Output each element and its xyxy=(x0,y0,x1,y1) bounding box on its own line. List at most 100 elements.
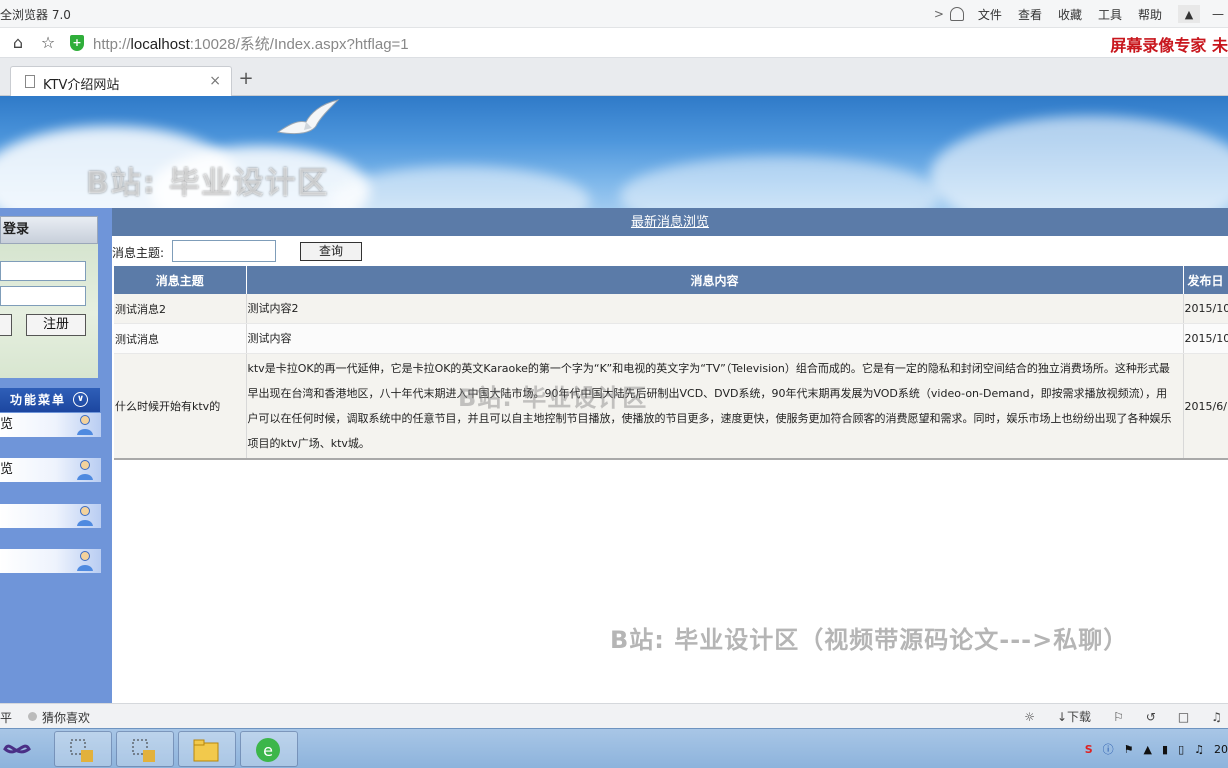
latest-news-link[interactable]: 最新消息浏览 xyxy=(631,215,709,230)
cell-date: 2015/6/ xyxy=(1183,353,1228,460)
flag-icon[interactable]: ⚐ xyxy=(1113,710,1124,724)
input-method-icon[interactable]: S xyxy=(1085,743,1093,756)
menu-file[interactable]: 文件 xyxy=(978,6,1002,23)
status-left-text: 平 xyxy=(0,711,13,725)
menu-favorites[interactable]: 收藏 xyxy=(1058,6,1082,23)
password-field[interactable] xyxy=(0,286,86,306)
sidebar-item-browse-1[interactable]: 览 xyxy=(0,413,101,437)
svg-text:e: e xyxy=(263,741,273,760)
app-title: 全浏览器 7.0 xyxy=(0,8,71,22)
username-field[interactable] xyxy=(0,261,86,281)
cell-content: 测试内容 xyxy=(246,323,1184,354)
table-row[interactable]: 测试消息 测试内容 2015/10 xyxy=(114,323,1228,354)
user-icon xyxy=(77,551,93,571)
download-label: 下载 xyxy=(1067,710,1092,724)
favorite-star-icon[interactable]: ☆ xyxy=(38,33,58,53)
close-icon[interactable]: × xyxy=(209,73,221,89)
tray-expand-icon[interactable]: ▲ xyxy=(1144,743,1152,756)
download-button[interactable]: ↓下载 xyxy=(1057,708,1091,725)
taskbar-explorer[interactable] xyxy=(178,731,236,767)
taskbar-app-2[interactable] xyxy=(116,731,174,767)
user-icon xyxy=(77,506,93,526)
watermark-center: B站: 毕业设计区 xyxy=(458,384,648,412)
url-prefix: http:// xyxy=(93,36,131,53)
watermark-banner: B站: 毕业设计区 xyxy=(86,166,330,201)
speed-icon[interactable]: ☼ xyxy=(1024,710,1035,724)
window-icon[interactable]: □ xyxy=(1178,710,1189,724)
menu-help[interactable]: 帮助 xyxy=(1138,6,1162,23)
windows-taskbar: e S ⓘ ⚑ ▲ ▮ ▯ ♫ 20 xyxy=(0,728,1228,768)
seagull-image xyxy=(276,99,340,135)
login-button[interactable] xyxy=(0,314,12,336)
guess-you-like-link[interactable]: 猜你喜欢 xyxy=(42,709,90,726)
security-shield-icon: + xyxy=(70,35,84,51)
flag-icon[interactable]: ⚑ xyxy=(1124,743,1134,756)
tab-label: KTV介绍网站 xyxy=(43,78,120,93)
column-header-content: 消息内容 xyxy=(246,266,1184,294)
cloud-decoration xyxy=(330,166,590,208)
table-row[interactable]: 什么时候开始有ktv的 ktv是卡拉OK的再一代延伸，它是卡拉OK的英文Kara… xyxy=(114,353,1228,460)
sidebar-item-4[interactable] xyxy=(0,549,101,573)
url-path: :10028/系统/Index.aspx?htflag=1 xyxy=(189,36,409,53)
tab-ktv[interactable]: KTV介绍网站 × xyxy=(10,66,232,96)
register-button[interactable]: 注册 xyxy=(26,314,86,336)
table-header-row: 消息主题 消息内容 发布日 xyxy=(114,266,1228,294)
browser-icon: e xyxy=(256,738,280,762)
user-icon[interactable] xyxy=(949,7,964,21)
expand-icon[interactable]: ∨ xyxy=(73,392,88,407)
clock[interactable]: 20 xyxy=(1214,743,1228,756)
browser-titlebar: 全浏览器 7.0 > 文件 查看 收藏 工具 帮助 ▲ — xyxy=(0,0,1228,28)
menu-tools[interactable]: 工具 xyxy=(1098,6,1122,23)
url-host: localhost xyxy=(130,36,190,53)
new-tab-button[interactable]: + xyxy=(236,68,256,89)
cell-subject: 测试消息2 xyxy=(114,294,247,324)
help-icon[interactable]: ⓘ xyxy=(1103,741,1114,757)
skin-icon[interactable]: ▲ xyxy=(1178,5,1200,23)
function-menu-label: 功能菜单 xyxy=(10,393,67,407)
cell-content: 测试内容2 xyxy=(246,294,1184,324)
function-menu-header[interactable]: 功能菜单 ∨ xyxy=(0,388,100,412)
status-dot-icon xyxy=(28,712,37,721)
search-label: 消息主题: xyxy=(112,246,165,260)
minimize-button[interactable]: — xyxy=(1208,7,1228,21)
taskbar-browser[interactable]: e xyxy=(240,731,298,767)
url-field[interactable]: http://localhost:10028/系统/Index.aspx?htf… xyxy=(93,33,409,54)
search-input[interactable] xyxy=(172,240,276,262)
ie-mode-icon[interactable]: ↺ xyxy=(1146,710,1156,724)
page-icon xyxy=(25,75,35,88)
network-icon[interactable]: ▮ xyxy=(1162,743,1168,756)
browser-statusbar: 平 猜你喜欢 ☼ ↓下载 ⚐ ↺ □ ♫ xyxy=(0,703,1228,728)
sidebar-item-label: 览 xyxy=(0,417,14,432)
folder-icon xyxy=(193,739,219,762)
browser-menu: > 文件 查看 收藏 工具 帮助 ▲ — xyxy=(934,0,1228,28)
taskbar-app-1[interactable] xyxy=(54,731,112,767)
system-tray: S ⓘ ⚑ ▲ ▮ ▯ ♫ 20 xyxy=(1085,729,1228,768)
search-button[interactable]: 查询 xyxy=(300,242,362,261)
table-row[interactable]: 测试消息2 测试内容2 2015/10 xyxy=(114,294,1228,324)
cloud-decoration xyxy=(930,116,1228,208)
start-button[interactable] xyxy=(0,731,44,767)
left-sidebar: 登录 注册 功能菜单 ∨ 览 览 xyxy=(0,208,112,703)
messages-table: 消息主题 消息内容 发布日 测试消息2 测试内容2 2015/10 测试消息 测… xyxy=(114,266,1228,460)
status-tools: ☼ ↓下载 ⚐ ↺ □ ♫ xyxy=(1024,704,1228,729)
address-bar: ⌂ ☆ + http://localhost:10028/系统/Index.as… xyxy=(0,28,1228,58)
cloud-decoration xyxy=(620,156,940,208)
volume-icon[interactable]: ♫ xyxy=(1211,710,1222,724)
user-icon xyxy=(77,415,93,435)
watermark-bottom: B站: 毕业设计区（视频带源码论文--->私聊） xyxy=(610,626,1129,654)
chevron-right-icon[interactable]: > xyxy=(934,7,944,21)
signal-icon[interactable]: ▯ xyxy=(1178,743,1184,756)
home-icon[interactable]: ⌂ xyxy=(8,33,28,53)
column-header-subject: 消息主题 xyxy=(114,266,247,294)
sidebar-item-browse-2[interactable]: 览 xyxy=(0,458,101,482)
database-tool-icon xyxy=(132,739,155,762)
cell-date: 2015/10 xyxy=(1183,294,1228,324)
login-panel: 登录 注册 xyxy=(0,216,98,378)
recorder-watermark: 屏幕录像专家 未 xyxy=(1110,36,1228,55)
tab-strip: KTV介绍网站 × + xyxy=(0,58,1228,96)
menu-view[interactable]: 查看 xyxy=(1018,6,1042,23)
cell-date: 2015/10 xyxy=(1183,323,1228,354)
volume-icon[interactable]: ♫ xyxy=(1194,743,1204,756)
sidebar-item-3[interactable] xyxy=(0,504,101,528)
cell-subject: 测试消息 xyxy=(114,323,247,354)
